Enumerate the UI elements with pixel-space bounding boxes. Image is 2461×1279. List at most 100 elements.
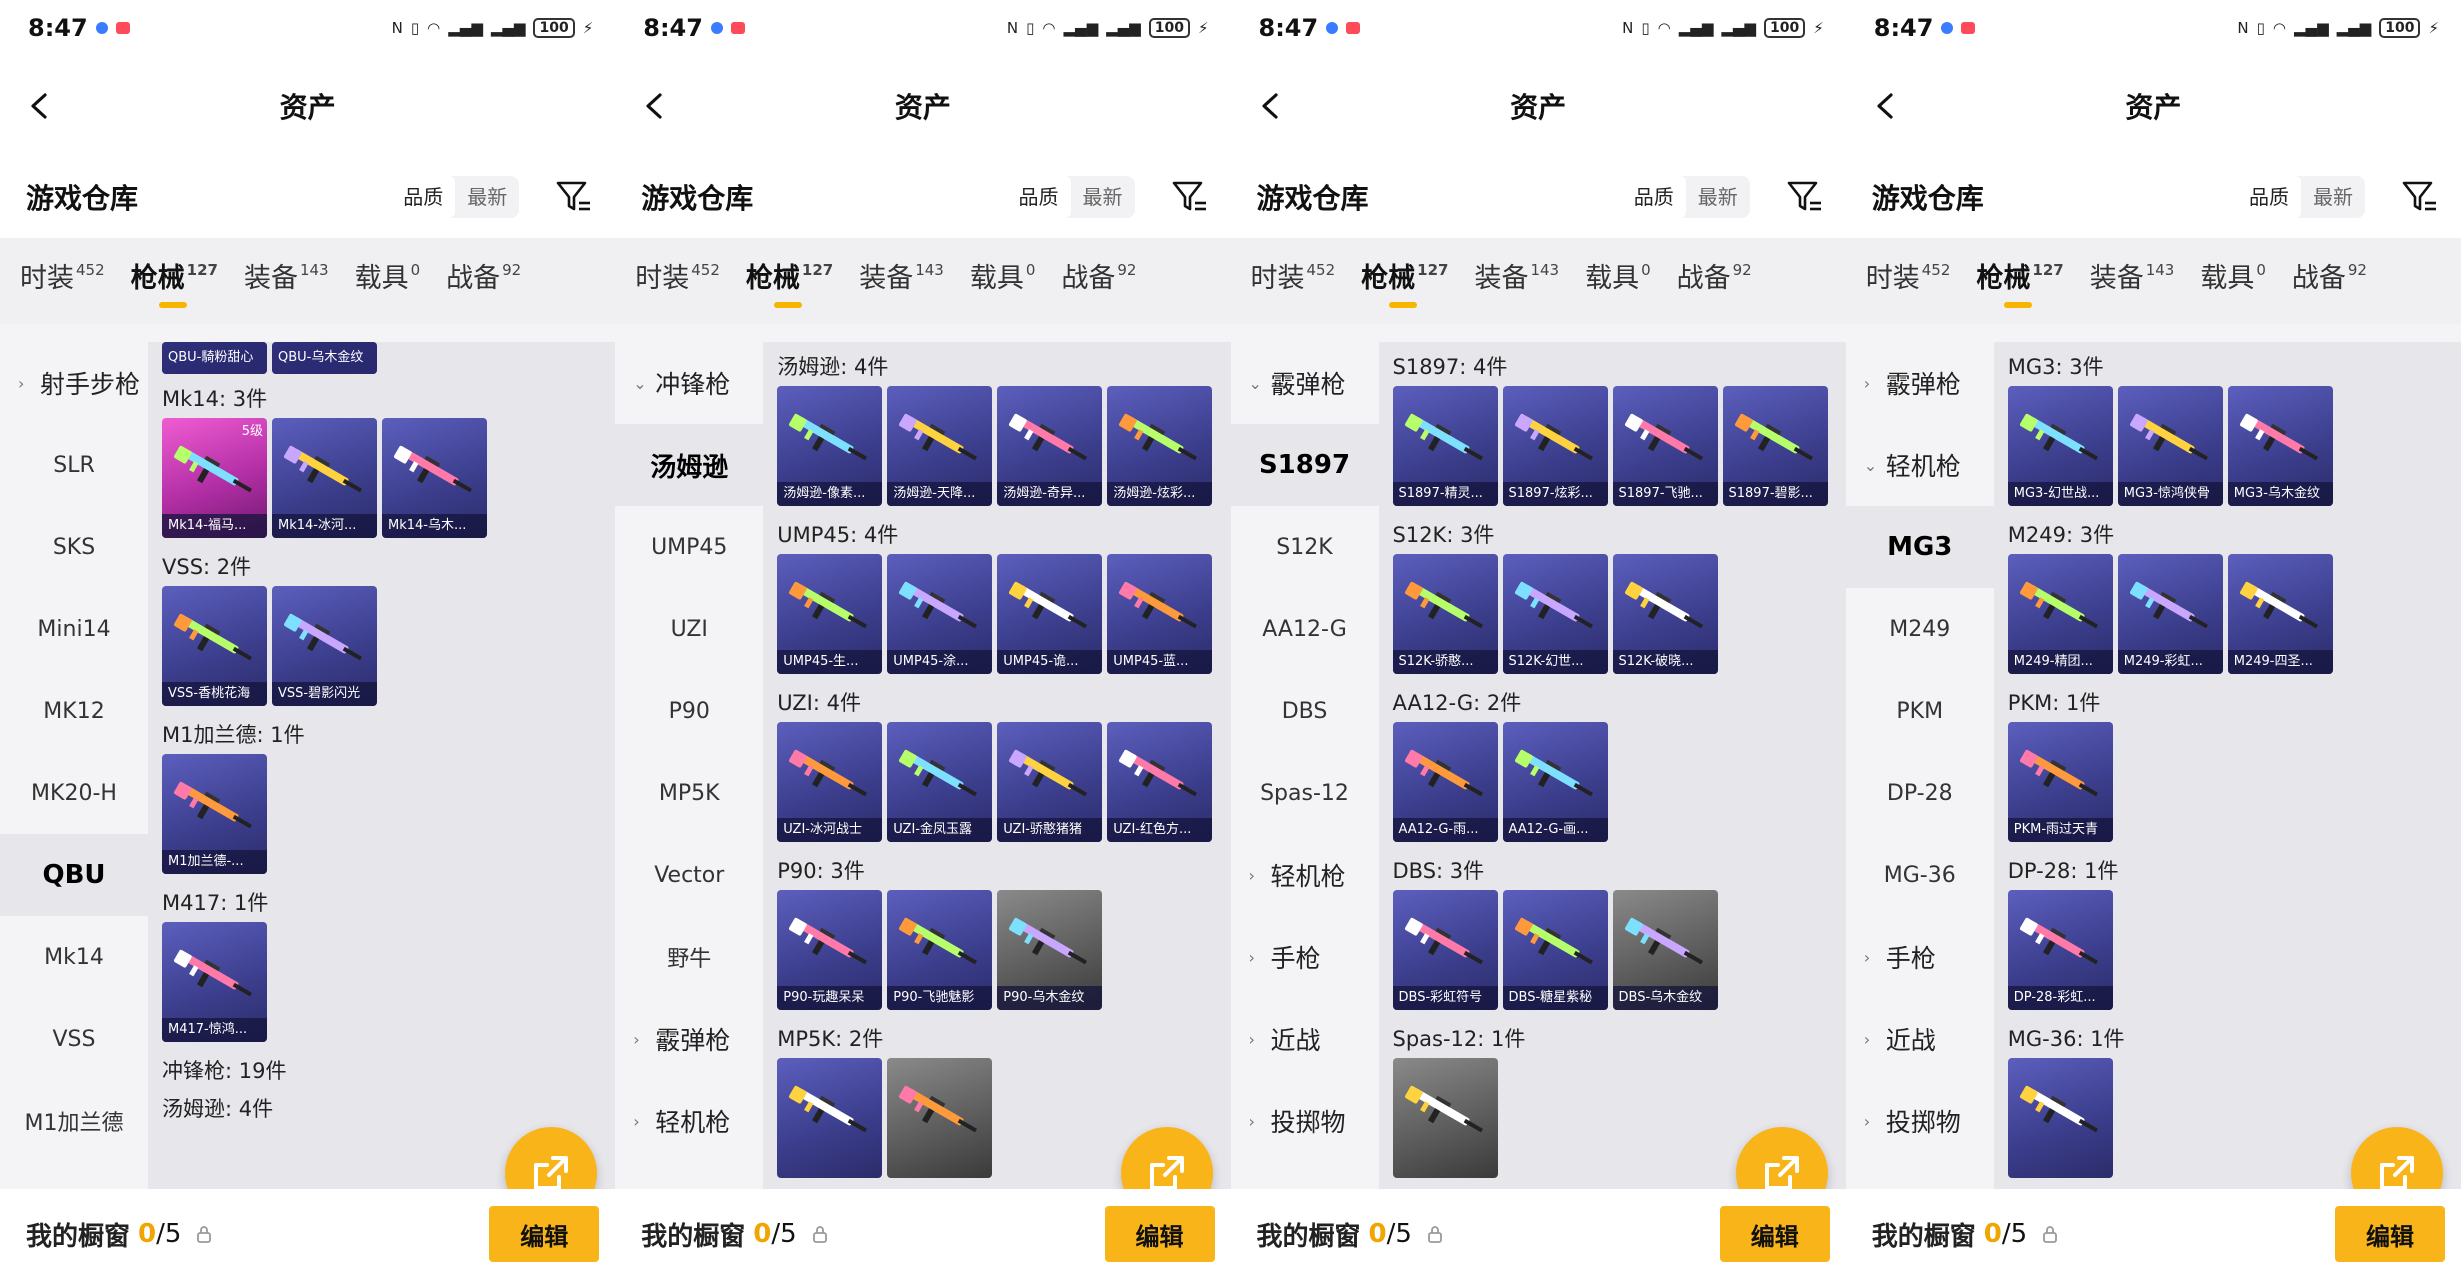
sidebar-item[interactable]: MK12 <box>0 670 148 752</box>
weapon-card[interactable]: UZI-红色方... <box>1107 722 1213 842</box>
sidebar-group[interactable]: › 手枪 <box>1231 916 1379 998</box>
weapon-card[interactable]: 汤姆逊-奇异... <box>997 386 1103 506</box>
tab-vehicles[interactable]: 载具 0 <box>1585 256 1651 295</box>
tab-weapons[interactable]: 枪械 127 <box>1976 256 2064 308</box>
weapon-list[interactable]: 汤姆逊: 4件 汤姆逊-像素... 汤姆逊-天降... 汤姆逊-奇异... 汤姆逊-炫彩… <box>763 342 1231 1189</box>
weapon-card[interactable]: S1897-碧影... <box>1722 386 1828 506</box>
weapon-card[interactable] <box>2007 1058 2113 1178</box>
weapon-card[interactable]: 汤姆逊-炫彩... <box>1107 386 1213 506</box>
sidebar-item[interactable]: MG-36 <box>1846 834 1994 916</box>
tab-supplies[interactable]: 战备 92 <box>1677 256 1752 295</box>
weapon-card[interactable]: AA12-G-画... <box>1502 722 1608 842</box>
sidebar-group[interactable]: › 投掷物 <box>1231 1080 1379 1162</box>
sort-latest-button[interactable]: 最新 <box>2301 176 2365 218</box>
sort-quality-button[interactable]: 品质 <box>1006 176 1071 218</box>
edit-button[interactable]: 编辑 <box>489 1206 600 1262</box>
sort-quality-button[interactable]: 品质 <box>1621 176 1686 218</box>
edit-button[interactable]: 编辑 <box>2335 1206 2445 1262</box>
tab-equipment[interactable]: 装备 143 <box>1474 256 1559 295</box>
sidebar-item[interactable]: UMP45 <box>615 506 763 588</box>
sidebar-item[interactable]: MG3 <box>1845 506 1994 588</box>
weapon-card[interactable]: Mk14-冰河... <box>272 418 377 538</box>
sidebar-item[interactable]: Spas-12 <box>1231 752 1379 834</box>
weapon-card[interactable]: M249-精团... <box>2007 554 2113 674</box>
weapon-card[interactable]: M249-彩虹... <box>2117 554 2223 674</box>
sidebar-item[interactable]: SLR <box>0 424 148 506</box>
sidebar-group[interactable]: › 近战 <box>1846 998 1994 1080</box>
weapon-card[interactable]: S12K-骄憨... <box>1392 554 1498 674</box>
weapon-card[interactable]: S1897-飞驰... <box>1612 386 1718 506</box>
weapon-card[interactable]: S12K-幻世... <box>1502 554 1608 674</box>
back-icon[interactable] <box>1257 92 1285 120</box>
sidebar-group[interactable]: › 霰弹枪 <box>1846 342 1994 424</box>
weapon-card[interactable]: MG3-幻世战... <box>2007 386 2113 506</box>
sidebar-item[interactable]: Mini14 <box>0 588 148 670</box>
sidebar-item[interactable]: MP5K <box>615 752 763 834</box>
weapon-card[interactable]: 汤姆逊-天降... <box>887 386 993 506</box>
sidebar-group[interactable]: › 手枪 <box>1846 916 1994 998</box>
sort-quality-button[interactable]: 品质 <box>391 176 456 218</box>
sidebar-item[interactable]: Vector <box>615 834 763 916</box>
sidebar-item[interactable]: QBU <box>0 834 148 916</box>
weapon-list[interactable]: MG3: 3件 MG3-幻世战... MG3-惊鸿侠骨 MG3-乌木金纹 M249: 3… <box>1993 342 2461 1189</box>
filter-icon[interactable] <box>555 179 593 215</box>
tab-weapons[interactable]: 枪械 127 <box>746 256 833 308</box>
weapon-card[interactable]: UMP45-诡... <box>997 554 1103 674</box>
back-icon[interactable] <box>26 92 54 120</box>
sidebar-group[interactable]: › 轻机枪 <box>615 1080 763 1162</box>
sidebar-item[interactable]: PKM <box>1846 670 1994 752</box>
back-icon[interactable] <box>1872 92 1900 120</box>
weapon-card[interactable]: UZI-冰河战士 <box>777 722 883 842</box>
tab-equipment[interactable]: 装备 143 <box>244 256 329 295</box>
sidebar-item[interactable]: M1加兰德 <box>0 1080 148 1162</box>
tab-supplies[interactable]: 战备 92 <box>446 256 521 295</box>
sidebar-group[interactable]: ⌄ 冲锋枪 <box>615 342 763 424</box>
sort-latest-button[interactable]: 最新 <box>1686 176 1750 218</box>
weapon-card[interactable]: M249-四圣... <box>2227 554 2333 674</box>
weapon-card[interactable]: VSS-碧影闪光 <box>272 586 377 706</box>
tab-supplies[interactable]: 战备 92 <box>2292 256 2367 295</box>
weapon-card[interactable]: P90-乌木金纹 <box>997 890 1103 1010</box>
weapon-card[interactable]: VSS-香桃花海 <box>162 586 267 706</box>
weapon-card[interactable] <box>887 1058 993 1178</box>
filter-icon[interactable] <box>1786 179 1824 215</box>
weapon-card[interactable]: P90-飞驰魅影 <box>887 890 993 1010</box>
sidebar-item[interactable]: 野牛 <box>615 916 763 998</box>
sidebar-item[interactable]: S12K <box>1231 506 1379 588</box>
weapon-card[interactable]: UMP45-生... <box>777 554 883 674</box>
tab-vehicles[interactable]: 载具 0 <box>355 256 421 295</box>
weapon-card[interactable]: M1加兰德-... <box>162 754 267 874</box>
sidebar-item[interactable]: M249 <box>1846 588 1994 670</box>
tab-equipment[interactable]: 装备 143 <box>2090 256 2175 295</box>
tab-fashion[interactable]: 时装 452 <box>635 256 720 295</box>
sidebar-item[interactable]: MK20-H <box>0 752 148 834</box>
filter-icon[interactable] <box>1171 179 1209 215</box>
sidebar-item[interactable]: SKS <box>0 506 148 588</box>
weapon-card[interactable]: DBS-彩虹符号 <box>1392 890 1498 1010</box>
edit-button[interactable]: 编辑 <box>1104 1206 1215 1262</box>
weapon-card[interactable] <box>1392 1058 1498 1178</box>
weapon-card[interactable]: UZI-骄憨猪猪 <box>997 722 1103 842</box>
weapon-card[interactable]: M417-惊鸿... <box>162 922 267 1042</box>
sidebar-item[interactable]: DBS <box>1231 670 1379 752</box>
weapon-card[interactable]: UMP45-涂... <box>887 554 993 674</box>
weapon-list[interactable]: S1897: 4件 S1897-精灵... S1897-炫彩... S1897-飞驰.… <box>1378 342 1846 1189</box>
tab-vehicles[interactable]: 载具 0 <box>2200 256 2266 295</box>
weapon-card[interactable]: MG3-乌木金纹 <box>2227 386 2333 506</box>
weapon-card[interactable]: P90-玩趣呆呆 <box>777 890 883 1010</box>
tab-weapons[interactable]: 枪械 127 <box>131 256 218 308</box>
weapon-card[interactable]: UZI-金凤玉露 <box>887 722 993 842</box>
tab-equipment[interactable]: 装备 143 <box>859 256 944 295</box>
tab-weapons[interactable]: 枪械 127 <box>1361 256 1448 308</box>
weapon-card[interactable]: DP-28-彩虹... <box>2007 890 2113 1010</box>
sort-latest-button[interactable]: 最新 <box>455 176 519 218</box>
weapon-card[interactable]: 5级 Mk14-福马... <box>162 418 267 538</box>
sidebar-group[interactable]: › 近战 <box>1231 998 1379 1080</box>
filter-icon[interactable] <box>2401 179 2439 215</box>
weapon-card[interactable]: MG3-惊鸿侠骨 <box>2117 386 2223 506</box>
weapon-card[interactable]: Mk14-乌木... <box>382 418 487 538</box>
sidebar-group[interactable]: ⌄ 霰弹枪 <box>1231 342 1379 424</box>
tab-vehicles[interactable]: 载具 0 <box>970 256 1036 295</box>
sidebar-item[interactable]: VSS <box>0 998 148 1080</box>
sidebar-group[interactable]: › 射手步枪 <box>0 342 148 424</box>
